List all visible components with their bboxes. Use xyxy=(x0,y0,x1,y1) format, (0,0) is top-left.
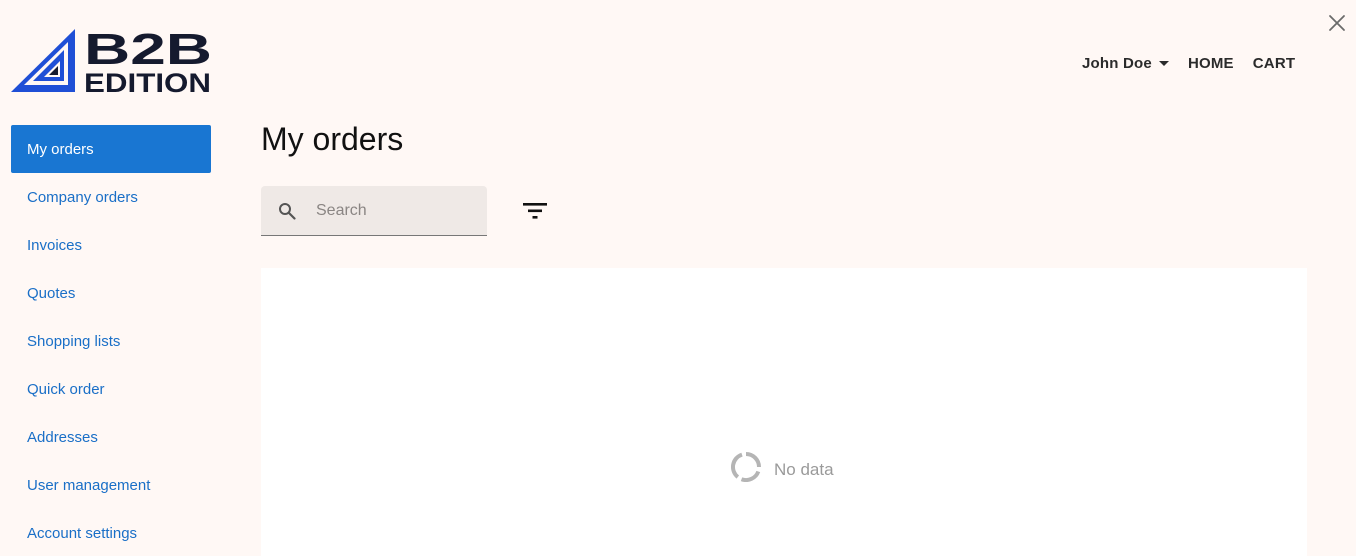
nav-cart-link[interactable]: CART xyxy=(1253,55,1295,72)
sidebar-item-invoices[interactable]: Invoices xyxy=(11,221,211,269)
search-field[interactable] xyxy=(261,186,487,236)
page-title: My orders xyxy=(261,121,404,157)
user-name: John Doe xyxy=(1082,54,1152,72)
sidebar-item-shopping-lists[interactable]: Shopping lists xyxy=(11,317,211,365)
nav-home-link[interactable]: HOME xyxy=(1188,55,1234,72)
sidebar-item-account-settings[interactable]: Account settings xyxy=(11,509,211,556)
user-menu[interactable]: John Doe xyxy=(1082,55,1169,72)
logo-line1: B2B xyxy=(84,27,212,74)
spinner-icon xyxy=(730,452,761,487)
sidebar-item-quick-order[interactable]: Quick order xyxy=(11,365,211,413)
sidebar-item-user-management[interactable]: User management xyxy=(11,461,211,509)
filter-icon[interactable] xyxy=(520,198,550,224)
sidebar-item-company-orders[interactable]: Company orders xyxy=(11,173,211,221)
empty-state: No data xyxy=(730,452,834,487)
sidebar-item-my-orders[interactable]: My orders xyxy=(11,125,211,173)
empty-state-text: No data xyxy=(774,459,834,479)
sidebar: My orders Company orders Invoices Quotes… xyxy=(11,125,211,556)
logo-mark-icon xyxy=(11,29,75,92)
sidebar-item-addresses[interactable]: Addresses xyxy=(11,413,211,461)
close-icon[interactable] xyxy=(1326,12,1348,34)
sidebar-item-quotes[interactable]: Quotes xyxy=(11,269,211,317)
orders-table: No data xyxy=(261,268,1307,556)
logo[interactable]: B2B EDITION xyxy=(11,27,213,95)
top-nav: John Doe HOME CART xyxy=(1082,53,1295,73)
page: B2B EDITION John Doe HOME CART My orders… xyxy=(0,0,1356,556)
caret-down-icon xyxy=(1158,60,1169,66)
search-icon xyxy=(277,201,297,221)
logo-line2: EDITION xyxy=(84,68,211,95)
search-input[interactable] xyxy=(316,201,476,220)
